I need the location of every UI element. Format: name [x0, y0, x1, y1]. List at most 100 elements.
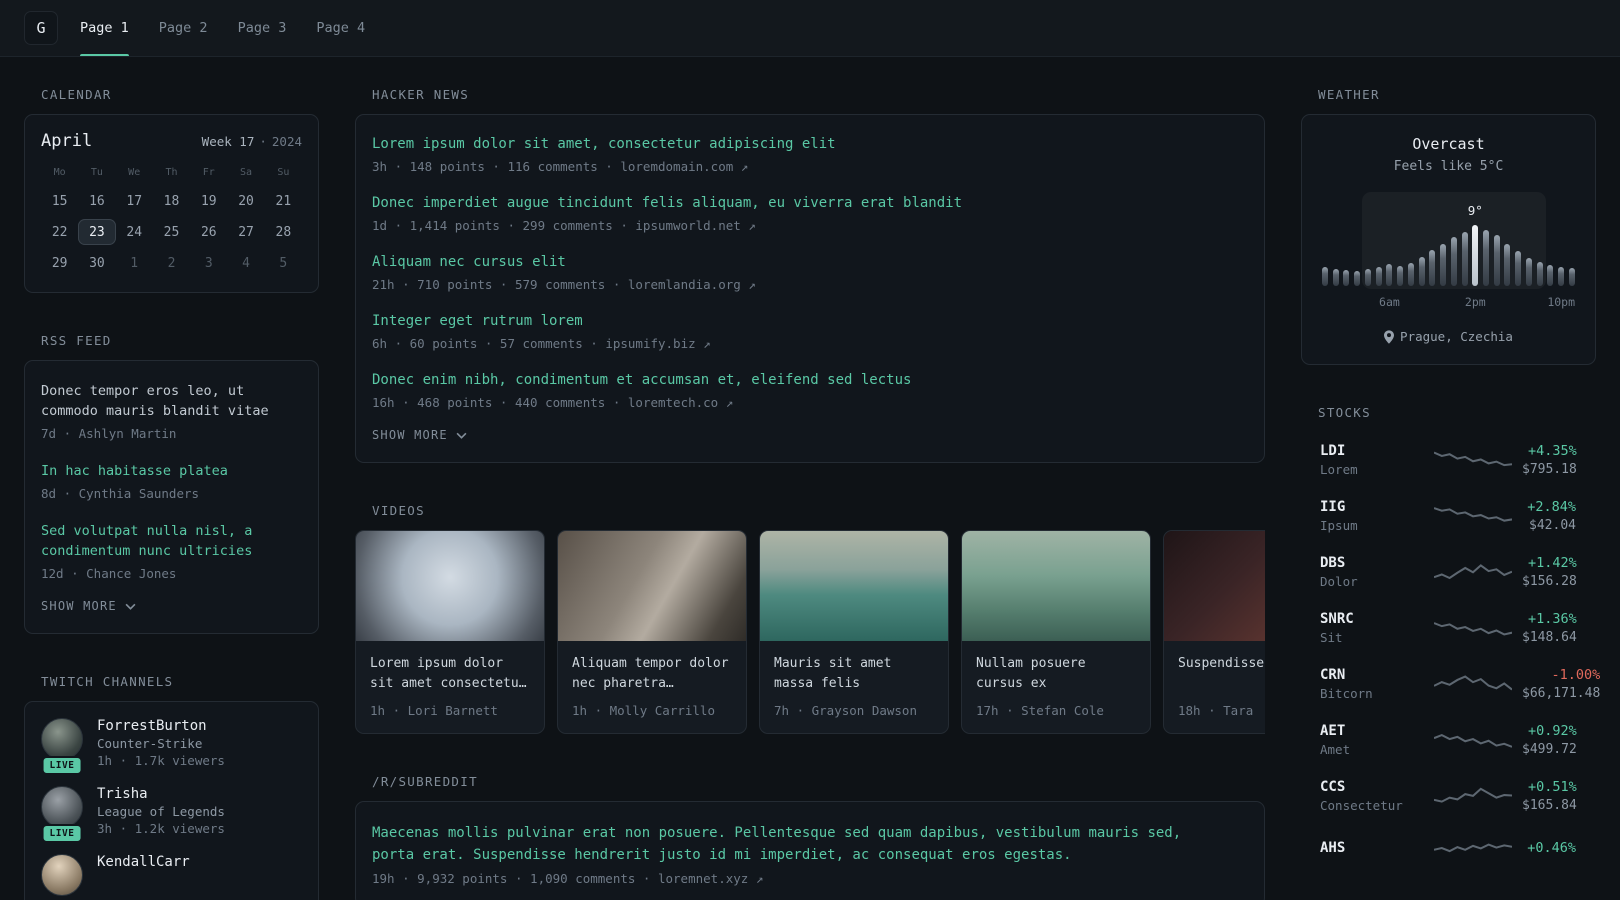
hn-item-title[interactable]: Lorem ipsum dolor sit amet, consectetur …: [372, 135, 1248, 154]
video-card[interactable]: Mauris sit amet massa felis 7h · Grayson…: [759, 530, 949, 734]
calendar-day: 25: [163, 224, 180, 240]
dashboard: CALENDAR April Week 17 · 2024 Mo Tu We Th …: [0, 57, 1620, 900]
video-title[interactable]: Lorem ipsum dolor sit amet consectetu…: [370, 654, 530, 694]
calendar-day: 17: [126, 193, 143, 209]
stock-row[interactable]: CRN Bitcorn -1.00% $66,171.48: [1301, 656, 1600, 712]
video-thumbnail[interactable]: [962, 531, 1150, 641]
twitch-channel[interactable]: LIVE Trisha League of Legends 3h · 1.2k …: [41, 786, 302, 843]
location-pin-icon: [1384, 329, 1395, 344]
stock-sparkline: [1434, 622, 1512, 636]
tab-page-4[interactable]: Page 4: [316, 0, 365, 56]
twitch-widget: TWITCH CHANNELS LIVE ForrestBurton Count…: [24, 674, 319, 900]
tab-page-1[interactable]: Page 1: [80, 0, 129, 56]
weather-widget: WEATHER Overcast Feels like 5°C 9° 6am 2p…: [1301, 87, 1596, 365]
stock-name: Amet: [1320, 742, 1351, 757]
stock-row[interactable]: SNRC Sit +1.36% $148.64: [1301, 600, 1596, 656]
live-badge: LIVE: [41, 756, 83, 775]
hn-item-domain-link[interactable]: loremdomain.com ↗: [620, 159, 748, 174]
rss-item-title[interactable]: Sed volutpat nulla nisl, a condimentum n…: [41, 521, 302, 561]
avatar: [41, 854, 83, 896]
video-card[interactable]: Suspendisse diam 18h · Tara: [1163, 530, 1265, 734]
calendar-section-title: CALENDAR: [41, 87, 112, 102]
calendar-day: 24: [126, 224, 143, 240]
weekday-label: Fr: [202, 167, 215, 178]
stock-sparkline: [1434, 843, 1512, 853]
rss-item-title[interactable]: Donec tempor eros leo, ut commodo mauris…: [41, 381, 302, 421]
stock-name: Dolor: [1320, 574, 1358, 589]
calendar-day: 5: [279, 255, 288, 271]
hn-item-title[interactable]: Donec imperdiet augue tincidunt felis al…: [372, 194, 1248, 213]
weather-feels-like: Feels like 5°C: [1393, 159, 1504, 174]
app-logo[interactable]: G: [24, 11, 58, 45]
rss-item: In hac habitasse platea 8d · Cynthia Sau…: [41, 461, 302, 501]
video-title[interactable]: Mauris sit amet massa felis: [774, 654, 934, 694]
channel-info: KendallCarr: [97, 854, 190, 896]
weekday-label: Sa: [240, 167, 253, 178]
left-column: CALENDAR April Week 17 · 2024 Mo Tu We Th …: [24, 87, 319, 900]
stock-change: +4.35%: [1528, 443, 1577, 459]
hn-item-domain-link[interactable]: ipsumworld.net ↗: [635, 218, 755, 233]
hn-item-title[interactable]: Aliquam nec cursus elit: [372, 253, 1248, 272]
stock-row[interactable]: LDI Lorem +4.35% $795.18: [1301, 432, 1596, 488]
hn-item-domain-link[interactable]: loremlandia.org ↗: [628, 277, 756, 292]
stock-change: +1.36%: [1528, 611, 1577, 627]
weather-bar: 9°: [1468, 203, 1483, 286]
weather-bar: [1536, 222, 1543, 286]
hour-label: [1333, 295, 1339, 309]
hackernews-section-title: HACKER NEWS: [372, 87, 470, 102]
hn-item-meta: 21h · 710 points · 579 comments · loreml…: [372, 277, 1248, 292]
weather-bar: [1332, 222, 1339, 286]
stock-row[interactable]: AET Amet +0.92% $499.72: [1301, 712, 1596, 768]
chevron-down-icon: [456, 432, 467, 439]
hn-item-domain-link[interactable]: ipsumify.biz ↗: [605, 336, 710, 351]
hour-label: 10pm: [1547, 295, 1576, 309]
video-title[interactable]: Suspendisse diam: [1178, 654, 1265, 694]
twitch-channel[interactable]: KendallCarr: [41, 854, 302, 896]
stock-row[interactable]: DBS Dolor +1.42% $156.28: [1301, 544, 1596, 600]
weather-bar: [1354, 222, 1361, 286]
rss-show-more-button[interactable]: SHOW MORE: [41, 599, 136, 613]
calendar-month: April: [41, 131, 93, 151]
stock-sparkline: [1434, 564, 1512, 580]
video-title[interactable]: Nullam posuere cursus ex: [976, 654, 1136, 694]
show-more-label: SHOW MORE: [372, 428, 448, 442]
subreddit-post-domain-link[interactable]: loremnet.xyz ↗: [658, 871, 763, 886]
calendar-day: 15: [51, 193, 68, 209]
twitch-channel[interactable]: LIVE ForrestBurton Counter-Strike 1h · 1…: [41, 718, 302, 775]
weather-bar: [1418, 222, 1425, 286]
video-card[interactable]: Nullam posuere cursus ex 17h · Stefan Co…: [961, 530, 1151, 734]
tab-page-2[interactable]: Page 2: [159, 0, 208, 56]
weekday-label: Tu: [90, 167, 103, 178]
video-thumbnail[interactable]: [356, 531, 544, 641]
calendar-day: 27: [238, 224, 254, 240]
weather-hours: 6am 2pm 10pm: [1318, 295, 1579, 309]
subreddit-post: Maecenas mollis pulvinar erat non posuer…: [372, 822, 1248, 886]
hn-item-title[interactable]: Integer eget rutrum lorem: [372, 312, 1248, 331]
hour-label: [1440, 295, 1446, 309]
hn-item-title[interactable]: Donec enim nibh, condimentum et accumsan…: [372, 371, 1248, 390]
stock-sparkline: [1434, 675, 1512, 691]
video-thumbnail[interactable]: [760, 531, 948, 641]
video-thumbnail[interactable]: [558, 531, 746, 641]
hour-label: [1526, 295, 1532, 309]
weather-bar: [1483, 222, 1490, 286]
hn-item: Aliquam nec cursus elit 21h · 710 points…: [372, 253, 1248, 292]
tab-page-3[interactable]: Page 3: [238, 0, 287, 56]
stock-row[interactable]: IIG Ipsum +2.84% $42.04: [1301, 488, 1596, 544]
hour-label: [1569, 295, 1575, 309]
hn-show-more-button[interactable]: SHOW MORE: [372, 428, 467, 442]
calendar-day: 18: [163, 193, 180, 209]
video-card[interactable]: Lorem ipsum dolor sit amet consectetu… 1…: [355, 530, 545, 734]
stock-row[interactable]: CCS Consectetur +0.51% $165.84: [1301, 768, 1596, 824]
video-title[interactable]: Aliquam tempor dolor nec pharetra…: [572, 654, 732, 694]
show-more-label: SHOW MORE: [41, 599, 117, 613]
video-card[interactable]: Aliquam tempor dolor nec pharetra… 1h · …: [557, 530, 747, 734]
stock-row[interactable]: AHS +0.46%: [1301, 824, 1596, 874]
hour-label: 6am: [1379, 295, 1400, 309]
rss-item: Donec tempor eros leo, ut commodo mauris…: [41, 381, 302, 441]
rss-item-title[interactable]: In hac habitasse platea: [41, 461, 302, 481]
hour-label: [1504, 295, 1510, 309]
subreddit-post-title[interactable]: Maecenas mollis pulvinar erat non posuer…: [372, 822, 1194, 866]
hn-item-domain-link[interactable]: loremtech.co ↗: [628, 395, 733, 410]
video-thumbnail[interactable]: [1164, 531, 1265, 641]
